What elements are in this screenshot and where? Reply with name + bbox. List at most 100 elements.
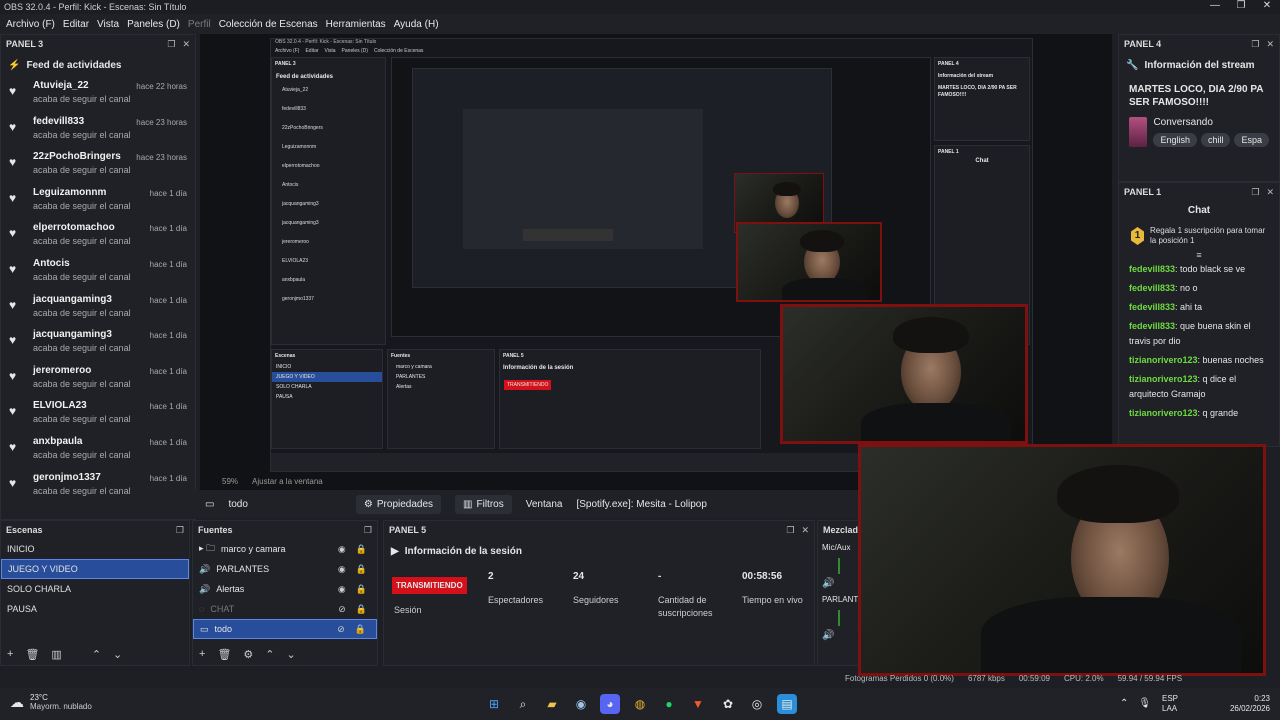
feed-item[interactable]: ♥ Atuvieja_22 acaba de seguir el canal hace… [1, 77, 195, 113]
minimize-button[interactable]: — [1202, 0, 1228, 11]
preview-canvas[interactable]: OBS 32.0.4 - Perfil: Kick - Escenas: Sin… [200, 34, 1112, 490]
source-item[interactable]: 🔊 PARLANTES ◉ 🔒 [193, 559, 377, 579]
filters-button[interactable]: ▥ Filtros [455, 494, 512, 514]
maximize-button[interactable]: ❐ [1228, 0, 1254, 11]
feed-item[interactable]: ♥ Leguizamonnm acaba de seguir el canal hac… [1, 184, 195, 220]
close-icon[interactable]: ✕ [1266, 39, 1274, 50]
float-icon[interactable]: ❐ [364, 525, 372, 536]
mic-icon[interactable]: 🎙 [1138, 698, 1151, 709]
chat-username[interactable]: fedevill833 [1129, 283, 1175, 293]
spotify-icon[interactable]: ● [659, 694, 679, 714]
chevron-down-icon[interactable]: ⌄ [287, 648, 296, 661]
lock-icon[interactable]: 🔒 [356, 544, 367, 555]
lock-icon[interactable]: 🔒 [356, 604, 367, 615]
nested-source: Alertas [396, 384, 412, 390]
feed-item[interactable]: ♥ fedevill833 acaba de seguir el canal hace… [1, 113, 195, 149]
brave-icon[interactable]: ▼ [688, 694, 708, 714]
menu-ayuda[interactable]: Ayuda (H) [390, 19, 443, 30]
close-button[interactable]: ✕ [1254, 0, 1280, 11]
eye-icon[interactable]: ◉ [338, 544, 346, 555]
nested-info-header: PANEL 4 [938, 61, 959, 67]
menu-coleccion[interactable]: Colección de Escenas [215, 19, 322, 30]
zoom-level[interactable]: 59% [222, 477, 238, 486]
feed-item[interactable]: ♥ Antocis acaba de seguir el canal hace 1 d… [1, 255, 195, 291]
source-item[interactable]: ▸ 🗀 marco y camara ◉ 🔒 [193, 539, 377, 559]
eye-icon[interactable]: ⊘ [338, 604, 346, 615]
chevron-up-icon[interactable]: ⌃ [92, 648, 101, 661]
chat-username[interactable]: fedevill833 [1129, 264, 1175, 274]
chevron-up-icon[interactable]: ⌃ [1120, 698, 1128, 709]
chrome-icon[interactable]: ◍ [630, 694, 650, 714]
float-icon[interactable]: ❐ [176, 525, 184, 536]
add-icon[interactable]: + [7, 648, 13, 660]
steam-icon[interactable]: ◉ [571, 694, 591, 714]
feed-item[interactable]: ♥ anxbpaula acaba de seguir el canal hace 1… [1, 433, 195, 469]
window-value[interactable]: [Spotify.exe]: Mesita - Lolipop [576, 499, 706, 510]
feed-time: hace 1 día [149, 402, 187, 412]
search-icon[interactable]: ⌕ [513, 694, 533, 714]
float-icon[interactable]: ❐ [1251, 187, 1259, 198]
scene-item[interactable]: JUEGO Y VIDEO [1, 559, 189, 579]
source-item[interactable]: ◌ CHAT ⊘ 🔒 [193, 599, 377, 619]
menu-vista[interactable]: Vista [93, 19, 123, 30]
float-icon[interactable]: ❐ [167, 39, 175, 50]
feed-item[interactable]: ♥ ELVIOLA23 acaba de seguir el canal hace 1… [1, 397, 195, 433]
nested-feed-item: elperrotomachoo [282, 163, 320, 169]
collapse-icon[interactable]: ≡ [1119, 250, 1279, 260]
close-icon[interactable]: ✕ [1266, 187, 1274, 198]
feed-item[interactable]: ♥ jereromeroo acaba de seguir el canal hace… [1, 362, 195, 398]
gear-icon[interactable]: ⚙ [243, 648, 253, 661]
menu-herramientas[interactable]: Herramientas [322, 19, 390, 30]
feed-item[interactable]: ♥ jacquangaming3 acaba de seguir el canal h… [1, 326, 195, 362]
chat-username[interactable]: tizianorivero123 [1129, 408, 1198, 418]
chatgpt-icon[interactable]: ✿ [718, 694, 738, 714]
menu-paneles[interactable]: Paneles (D) [123, 19, 184, 30]
eye-icon[interactable]: ◉ [338, 564, 346, 575]
lock-icon[interactable]: 🔒 [356, 564, 367, 575]
trash-icon[interactable]: 🗑 [217, 648, 231, 661]
close-icon[interactable]: ✕ [801, 525, 809, 536]
app-icon[interactable]: ▤ [777, 694, 797, 714]
fit-window[interactable]: Ajustar a la ventana [252, 477, 323, 486]
language-indicator[interactable]: ESP LAA [1162, 694, 1178, 714]
chat-username[interactable]: tizianorivero123 [1129, 374, 1198, 384]
obs-icon[interactable]: ◎ [747, 694, 767, 714]
windows-start-icon[interactable]: ⊞ [484, 694, 504, 714]
feed-item[interactable]: ♥ jacquangaming3 acaba de seguir el canal h… [1, 291, 195, 327]
trash-icon[interactable]: 🗑 [25, 648, 39, 661]
gift-banner[interactable]: 1 Regala 1 suscripción para tomar la pos… [1119, 222, 1279, 250]
scene-item[interactable]: PAUSA [1, 599, 189, 619]
chat-username[interactable]: fedevill833 [1129, 321, 1175, 331]
close-icon[interactable]: ✕ [182, 39, 190, 50]
chevron-down-icon[interactable]: ⌄ [113, 648, 122, 661]
menu-perfil[interactable]: Perfil [184, 19, 215, 30]
scene-item[interactable]: INICIO [1, 539, 189, 559]
discord-icon[interactable]: ◕ [600, 694, 620, 714]
lock-icon[interactable]: 🔒 [355, 624, 366, 635]
chevron-up-icon[interactable]: ⌃ [265, 648, 274, 661]
menu-editar[interactable]: Editar [59, 19, 93, 30]
speaker-icon[interactable]: 🔊 [818, 628, 860, 643]
float-icon[interactable]: ❐ [786, 525, 794, 536]
clock[interactable]: 0:23 26/02/2026 [1210, 694, 1270, 714]
source-item[interactable]: ▭ todo ⊘ 🔒 [193, 619, 377, 639]
add-icon[interactable]: + [199, 648, 205, 660]
folder-icon[interactable]: ▰ [542, 694, 562, 714]
eye-icon[interactable]: ◉ [338, 584, 346, 595]
feed-item[interactable]: ♥ 22zPochoBringers acaba de seguir el cana… [1, 148, 195, 184]
properties-button[interactable]: ⚙ Propiedades [355, 494, 442, 514]
weather-widget[interactable]: ☁ 23°C Mayorm. nublado [10, 693, 92, 711]
filter-icon[interactable]: ▥ [51, 648, 61, 661]
eye-icon[interactable]: ⊘ [337, 624, 345, 635]
lock-icon[interactable]: 🔒 [356, 584, 367, 595]
speaker-icon[interactable]: 🔊 [818, 576, 860, 591]
feed-item[interactable]: ♥ elperrotomachoo acaba de seguir el canal… [1, 219, 195, 255]
source-item[interactable]: 🔊 Alertas ◉ 🔒 [193, 579, 377, 599]
chat-message: tizianorivero123: q grande [1119, 404, 1279, 423]
chat-username[interactable]: tizianorivero123 [1129, 355, 1198, 365]
chat-username[interactable]: fedevill833 [1129, 302, 1175, 312]
menu-archivo[interactable]: Archivo (F) [2, 19, 59, 30]
float-icon[interactable]: ❐ [1251, 39, 1259, 50]
feed-item[interactable]: ♥ geronjmo1337 acaba de seguir el canal hac… [1, 469, 195, 505]
scene-item[interactable]: SOLO CHARLA [1, 579, 189, 599]
